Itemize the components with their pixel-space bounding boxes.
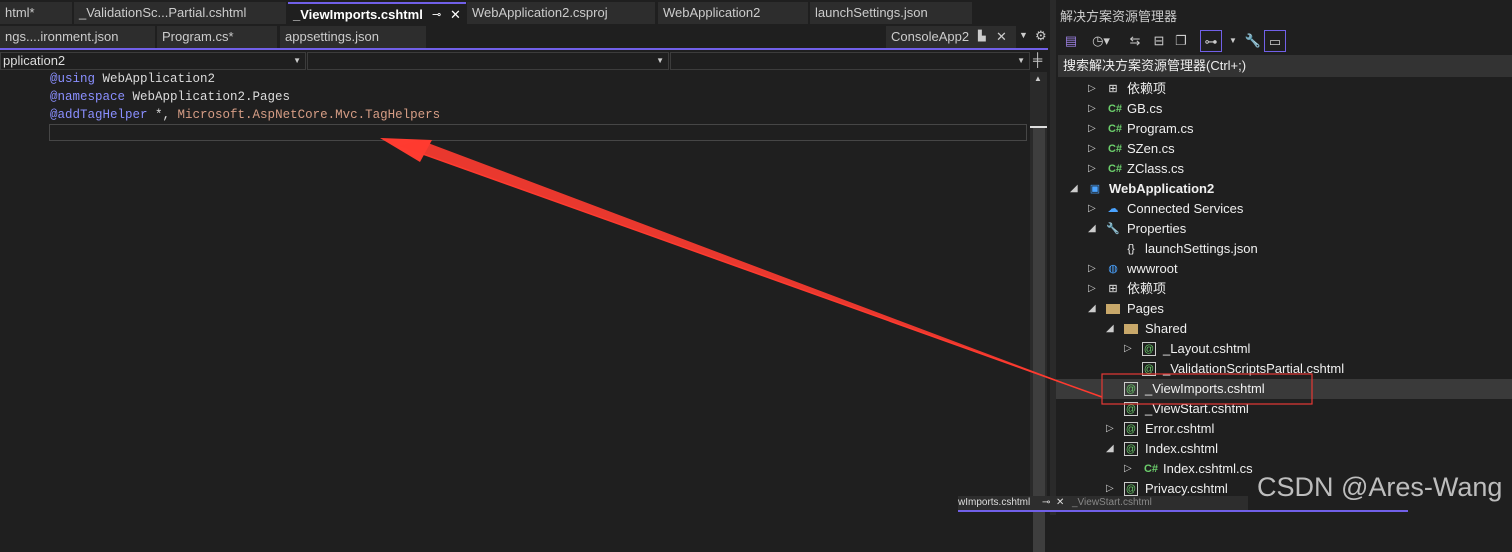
annotation-highlight-box <box>1101 373 1313 405</box>
annotation-arrow-shaft <box>400 140 1102 397</box>
annotation-overlay <box>380 138 1313 405</box>
